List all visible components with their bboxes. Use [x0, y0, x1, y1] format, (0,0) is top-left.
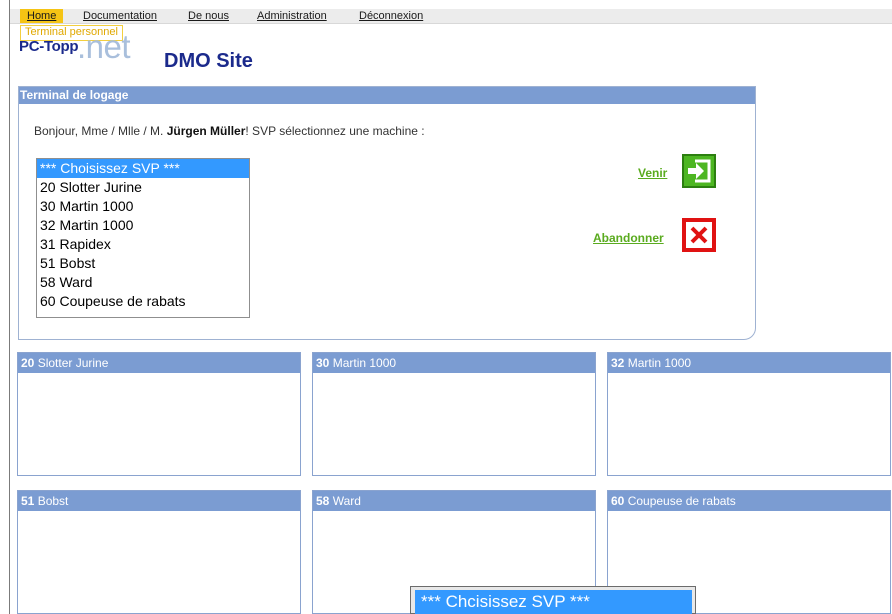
machine-option[interactable]: 32 Martin 1000	[37, 216, 249, 235]
logo-pc-topp: PC-Topp	[19, 38, 79, 55]
site-title: DMO Site	[164, 50, 253, 72]
frame-left-border	[0, 0, 10, 614]
machine-name: Coupeuse de rabats	[624, 494, 736, 508]
machine-name: Bobst	[34, 494, 69, 508]
machine-name: Slotter Jurine	[34, 356, 109, 370]
greeting-text: Bonjour, Mme / Mlle / M. Jürgen Müller! …	[34, 124, 425, 138]
machine-option[interactable]: 60 Coupeuse de rabats	[37, 292, 249, 311]
machine-tile[interactable]: 32 Martin 1000	[607, 352, 891, 476]
nav-de-nous[interactable]: De nous	[188, 9, 229, 23]
machine-option[interactable]: 30 Martin 1000	[37, 197, 249, 216]
machine-option[interactable]: 20 Slotter Jurine	[37, 178, 249, 197]
nav-deconnexion[interactable]: Déconnexion	[359, 9, 423, 23]
machine-option[interactable]: 31 Rapidex	[37, 235, 249, 254]
dropdown-selected-option[interactable]: *** Chcisissez SVP ***	[415, 590, 692, 614]
machine-number: 60	[611, 494, 625, 508]
greeting-suffix: ! SVP sélectionnez une machine :	[245, 124, 425, 138]
machine-number: 58	[316, 494, 330, 508]
nav-documentation[interactable]: Documentation	[83, 9, 157, 23]
machine-tile-header: 60 Coupeuse de rabats	[608, 491, 890, 511]
machine-tile[interactable]: 20 Slotter Jurine	[17, 352, 301, 476]
close-x-icon[interactable]	[682, 218, 716, 252]
greeting-prefix: Bonjour, Mme / Mlle / M.	[34, 124, 167, 138]
machine-name: Martin 1000	[624, 356, 692, 370]
dropdown-popup[interactable]: *** Chcisissez SVP ***	[410, 586, 696, 614]
nav-administration[interactable]: Administration	[257, 9, 327, 23]
enter-arrow-icon[interactable]	[682, 154, 716, 188]
login-terminal-panel: Terminal de logage Bonjour, Mme / Mlle /…	[18, 86, 756, 340]
come-link[interactable]: Venir	[638, 166, 667, 180]
abort-link[interactable]: Abandonner	[593, 231, 664, 245]
machine-tile-header: 58 Ward	[313, 491, 595, 511]
machine-tile-header: 32 Martin 1000	[608, 353, 890, 373]
machine-tile[interactable]: 30 Martin 1000	[312, 352, 596, 476]
machine-tile-header: 20 Slotter Jurine	[18, 353, 300, 373]
logo-net: .net	[77, 28, 131, 65]
machine-tile-header: 30 Martin 1000	[313, 353, 595, 373]
machine-number: 51	[21, 494, 35, 508]
machine-tile[interactable]: 51 Bobst	[17, 490, 301, 614]
top-navigation: Home Documentation De nous Administratio…	[10, 9, 892, 24]
machine-number: 20	[21, 356, 35, 370]
machine-name: Ward	[329, 494, 361, 508]
machine-option[interactable]: *** Choisissez SVP ***	[37, 159, 249, 178]
user-name: Jürgen Müller	[166, 124, 246, 138]
machine-tile-header: 51 Bobst	[18, 491, 300, 511]
panel-title: Terminal de logage	[19, 87, 755, 104]
machine-number: 30	[316, 356, 330, 370]
machine-number: 32	[611, 356, 625, 370]
machine-select-list[interactable]: *** Choisissez SVP *** 20 Slotter Jurine…	[36, 158, 250, 318]
machine-name: Martin 1000	[329, 356, 397, 370]
nav-home[interactable]: Home	[20, 9, 64, 23]
machine-option[interactable]: 51 Bobst	[37, 254, 249, 273]
machine-option[interactable]: 58 Ward	[37, 273, 249, 292]
